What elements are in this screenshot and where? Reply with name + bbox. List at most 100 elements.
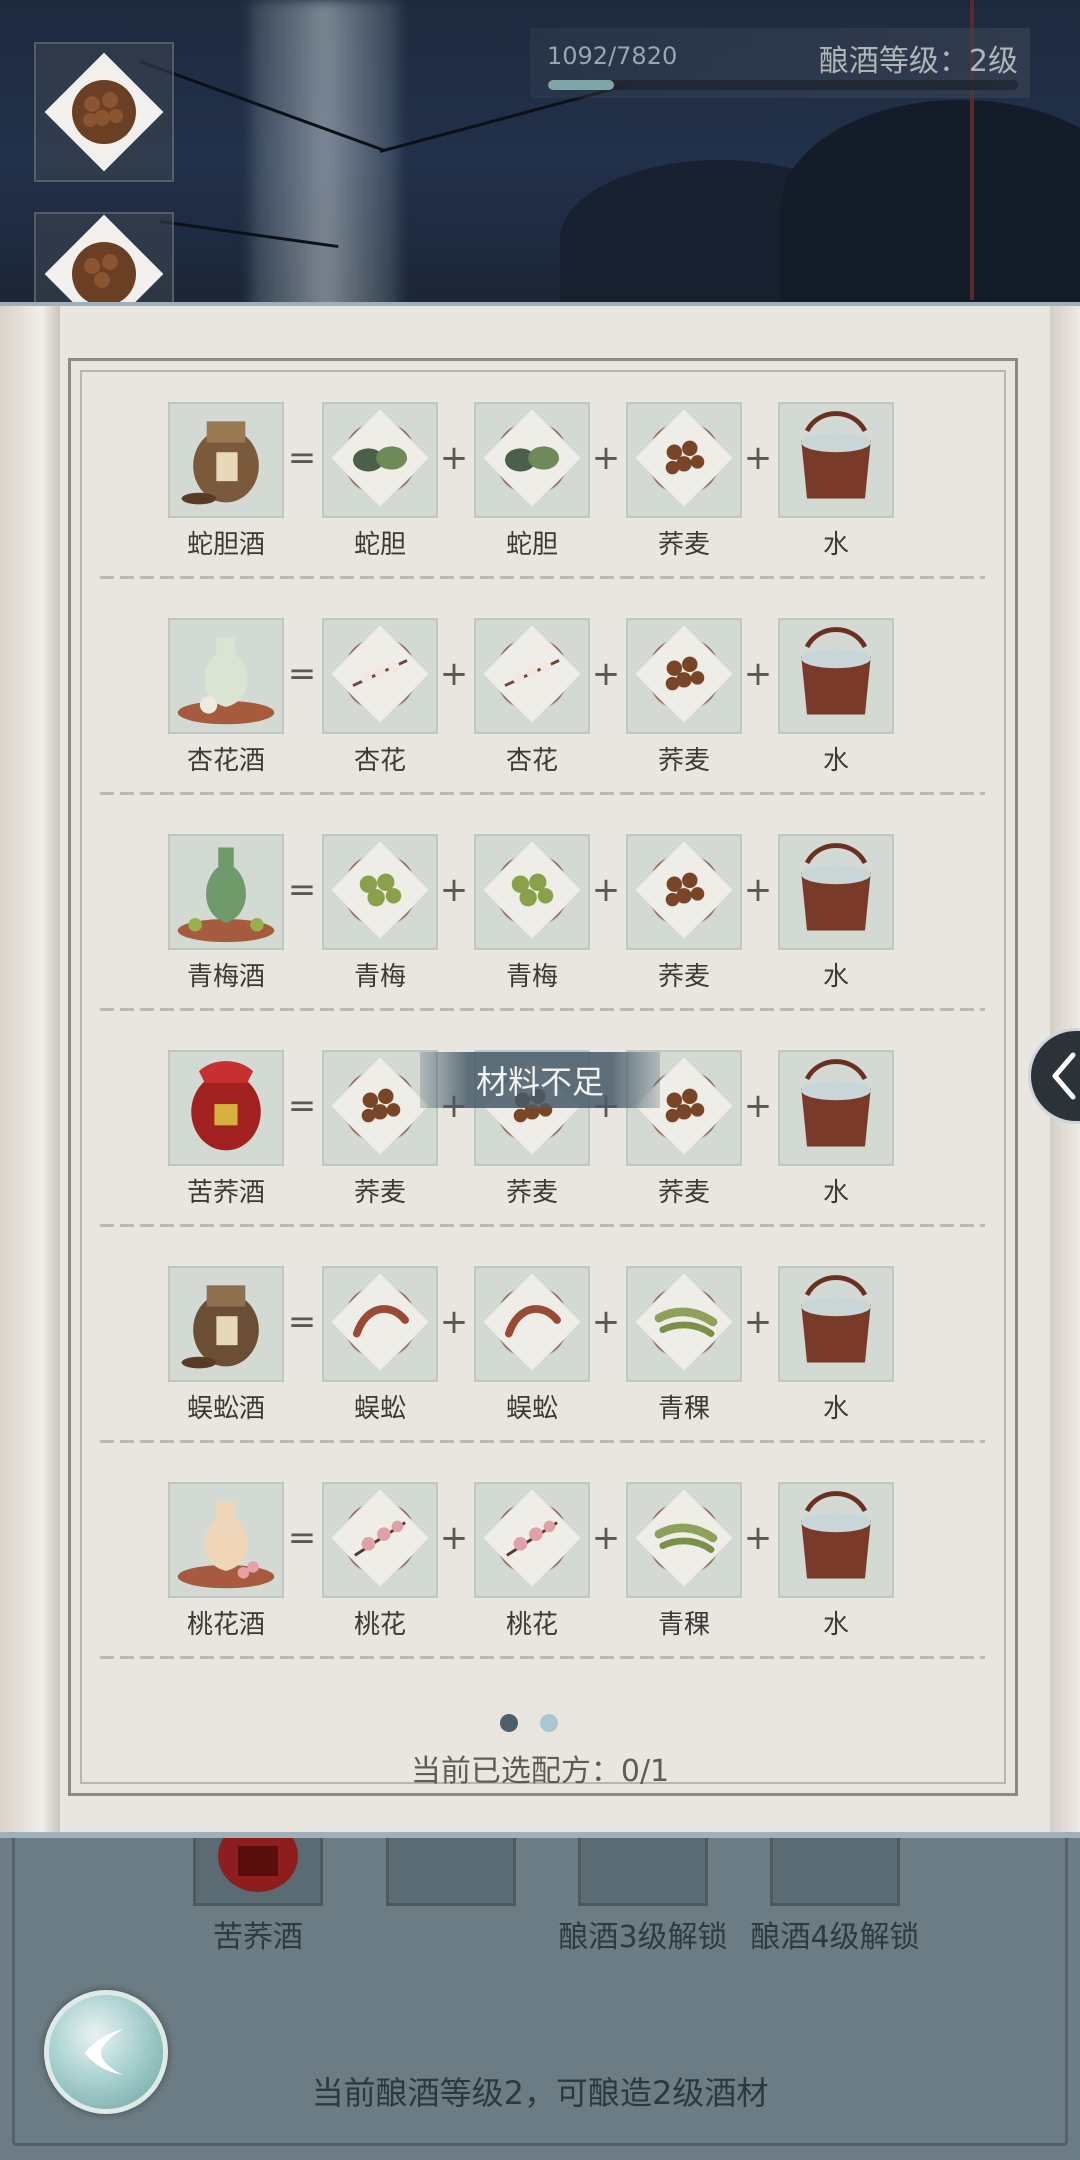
recipe-divider bbox=[100, 1008, 985, 1011]
buckwheat-icon bbox=[44, 52, 164, 172]
ingredient-tile bbox=[474, 1266, 590, 1382]
selected-recipe-count: 当前已选配方：0/1 bbox=[410, 1754, 670, 1789]
centipede-wine-icon bbox=[170, 1266, 282, 1382]
highland-barley-icon bbox=[628, 1266, 740, 1382]
brew-slot[interactable] bbox=[386, 1836, 516, 1906]
ingredient-label: 水 bbox=[822, 1178, 849, 1208]
brew-slot-locked[interactable] bbox=[578, 1836, 708, 1906]
plus-sign: + bbox=[439, 870, 469, 910]
recipe-result-label: 青梅酒 bbox=[186, 962, 265, 992]
brew-slot-label: 苦荞酒 bbox=[213, 1920, 303, 1955]
recipe-row[interactable]: 桃花酒 桃花 桃花 青稞 水 = + + + bbox=[0, 1482, 1080, 1698]
equals-sign: = bbox=[287, 1302, 317, 1342]
ingredient-tile bbox=[474, 1482, 590, 1598]
ingredient-tile bbox=[322, 618, 438, 734]
snake-gall-wine-icon bbox=[170, 402, 282, 518]
buckwheat-icon bbox=[628, 834, 740, 950]
recipe-result-tile[interactable] bbox=[168, 402, 284, 518]
ingredient-label: 蜈蚣 bbox=[505, 1394, 558, 1424]
ingredient-tile bbox=[778, 1050, 894, 1166]
ingredient-label: 桃花 bbox=[353, 1610, 406, 1640]
ingredient-tile bbox=[474, 618, 590, 734]
ingredient-tile bbox=[626, 1482, 742, 1598]
water-bucket-icon bbox=[780, 1482, 892, 1598]
plus-sign: + bbox=[743, 870, 773, 910]
ingredient-label: 水 bbox=[822, 1394, 849, 1424]
waterfall-art bbox=[250, 0, 400, 320]
ingredient-tile bbox=[778, 402, 894, 518]
ingredient-label: 荞麦 bbox=[657, 1178, 710, 1208]
plus-sign: + bbox=[439, 1518, 469, 1558]
ingredient-label: 青稞 bbox=[657, 1610, 710, 1640]
ingredient-tile bbox=[778, 618, 894, 734]
plus-sign: + bbox=[743, 654, 773, 694]
recipe-result-label: 苦荞酒 bbox=[186, 1178, 265, 1208]
recipe-divider bbox=[100, 576, 985, 579]
ingredient-label: 青梅 bbox=[505, 962, 558, 992]
brew-slot-label: 酿酒4级解锁 bbox=[750, 1920, 920, 1955]
recipe-result-tile[interactable] bbox=[168, 1482, 284, 1598]
ingredient-tile bbox=[626, 834, 742, 950]
plus-sign: + bbox=[439, 438, 469, 478]
apricot-wine-icon bbox=[170, 618, 282, 734]
plus-sign: + bbox=[591, 870, 621, 910]
snake-gall-icon bbox=[476, 402, 588, 518]
recipe-result-label: 蛇胆酒 bbox=[186, 530, 265, 560]
ingredient-tile bbox=[626, 618, 742, 734]
page-dot-active[interactable] bbox=[500, 1714, 518, 1732]
plus-sign: + bbox=[743, 1518, 773, 1558]
brew-level-label: 酿酒等级：2级 bbox=[818, 44, 1018, 79]
recipe-result-tile[interactable] bbox=[168, 1050, 284, 1166]
equals-sign: = bbox=[287, 654, 317, 694]
material-slot[interactable] bbox=[34, 212, 174, 312]
ingredient-tile bbox=[322, 834, 438, 950]
plus-sign: + bbox=[591, 1518, 621, 1558]
recipe-row[interactable]: 杏花酒 杏花 杏花 荞麦 水 = + + + bbox=[0, 618, 1080, 834]
recipe-row[interactable]: 蜈蚣酒 蜈蚣 蜈蚣 青稞 水 = + + + bbox=[0, 1266, 1080, 1482]
ingredient-label: 荞麦 bbox=[657, 746, 710, 776]
ingredient-tile bbox=[322, 402, 438, 518]
plus-sign: + bbox=[743, 1302, 773, 1342]
ingredient-tile bbox=[474, 402, 590, 518]
water-bucket-icon bbox=[780, 1050, 892, 1166]
brew-slot[interactable] bbox=[193, 1820, 323, 1906]
centipede-icon bbox=[324, 1266, 436, 1382]
equals-sign: = bbox=[287, 438, 317, 478]
wine-jar-icon bbox=[218, 1820, 298, 1892]
water-bucket-icon bbox=[780, 402, 892, 518]
buckwheat-wine-icon bbox=[170, 1050, 282, 1166]
buckwheat-icon bbox=[628, 618, 740, 734]
buckwheat-icon bbox=[44, 214, 164, 310]
green-plum-icon bbox=[324, 834, 436, 950]
ingredient-label: 杏花 bbox=[353, 746, 406, 776]
water-bucket-icon bbox=[780, 1266, 892, 1382]
ingredient-tile bbox=[474, 834, 590, 950]
chevron-left-icon bbox=[1052, 1052, 1076, 1100]
snake-gall-icon bbox=[324, 402, 436, 518]
brew-slot-locked[interactable] bbox=[770, 1836, 900, 1906]
ingredient-label: 桃花 bbox=[505, 1610, 558, 1640]
page-dot[interactable] bbox=[540, 1714, 558, 1732]
brew-slot-label: 酿酒3级解锁 bbox=[558, 1920, 728, 1955]
recipe-result-tile[interactable] bbox=[168, 1266, 284, 1382]
centipede-icon bbox=[476, 1266, 588, 1382]
material-slot[interactable] bbox=[34, 42, 174, 182]
ingredient-label: 水 bbox=[822, 962, 849, 992]
recipe-row[interactable]: 蛇胆酒 蛇胆 蛇胆 荞麦 水 = + + + bbox=[0, 402, 1080, 618]
ingredient-tile bbox=[322, 1266, 438, 1382]
recipe-result-tile[interactable] bbox=[168, 834, 284, 950]
ingredient-label: 蛇胆 bbox=[505, 530, 558, 560]
brew-level-info: 当前酿酒等级2，可酿造2级酒材 bbox=[311, 2074, 769, 2112]
mountain-art bbox=[780, 100, 1080, 320]
recipe-divider bbox=[100, 1440, 985, 1443]
ingredient-label: 青梅 bbox=[353, 962, 406, 992]
ingredient-tile bbox=[322, 1482, 438, 1598]
water-bucket-icon bbox=[780, 618, 892, 734]
ingredient-label: 青稞 bbox=[657, 1394, 710, 1424]
page-indicator bbox=[500, 1714, 558, 1732]
recipe-result-tile[interactable] bbox=[168, 618, 284, 734]
recipe-result-label: 蜈蚣酒 bbox=[186, 1394, 265, 1424]
recipe-row[interactable]: 青梅酒 青梅 青梅 荞麦 水 = + + + bbox=[0, 834, 1080, 1050]
ingredient-tile bbox=[778, 834, 894, 950]
plum-wine-icon bbox=[170, 834, 282, 950]
